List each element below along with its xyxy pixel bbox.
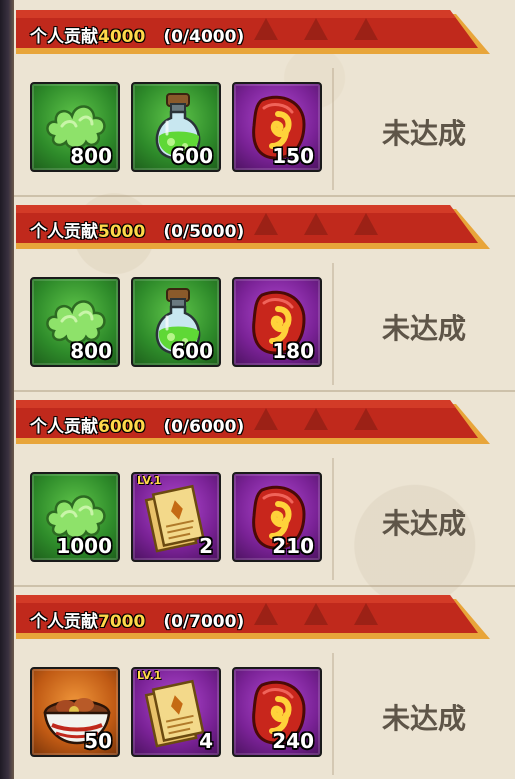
tier-amount: 7000 [98, 612, 146, 632]
level-badge: LV.1 [137, 474, 162, 487]
tier-separator [14, 195, 515, 197]
reward-quantity: 50 [84, 729, 112, 753]
divider [332, 458, 334, 580]
tier-progress: (0/7000) [163, 612, 245, 632]
reward-item[interactable]: 1000 [30, 472, 120, 562]
reward-quantity: 210 [272, 534, 314, 558]
reward-quantity: 600 [171, 339, 213, 363]
contribution-tier: 个人贡献5000 (0/5000) 800 600 180 未达成 [14, 195, 515, 390]
tier-progress: (0/6000) [163, 417, 245, 437]
tier-label: 个人贡献 [30, 612, 98, 632]
reward-item[interactable]: LV.1 2 [131, 472, 221, 562]
tier-label: 个人贡献 [30, 417, 98, 437]
tier-banner: 个人贡献7000 (0/7000) [16, 595, 490, 639]
reward-list: 800 600 150 [30, 82, 330, 176]
contribution-tier: 个人贡献4000 (0/4000) 800 600 150 未达成 [14, 0, 515, 195]
tier-title: 个人贡献7000 (0/7000) [30, 607, 244, 632]
reward-item[interactable]: 600 [131, 277, 221, 367]
divider [332, 653, 334, 775]
divider [332, 68, 334, 190]
side-strip [0, 0, 14, 779]
reward-quantity: 600 [171, 144, 213, 168]
tier-status: 未达成 [381, 702, 466, 735]
tier-banner: 个人贡献5000 (0/5000) [16, 205, 490, 249]
reward-list: 800 600 180 [30, 277, 330, 371]
tier-title: 个人贡献4000 (0/4000) [30, 22, 244, 47]
tier-status: 未达成 [381, 312, 466, 345]
reward-item[interactable]: 180 [232, 277, 322, 367]
reward-list: 50 LV.1 4 240 [30, 667, 330, 761]
tier-title: 个人贡献6000 (0/6000) [30, 412, 244, 437]
reward-item[interactable]: LV.1 4 [131, 667, 221, 757]
divider [332, 263, 334, 385]
reward-item[interactable]: 50 [30, 667, 120, 757]
reward-quantity: 180 [272, 339, 314, 363]
tier-label: 个人贡献 [30, 27, 98, 47]
tier-banner: 个人贡献4000 (0/4000) [16, 10, 490, 54]
reward-quantity: 150 [272, 144, 314, 168]
tier-label: 个人贡献 [30, 222, 98, 242]
reward-quantity: 4 [199, 729, 213, 753]
level-badge: LV.1 [137, 669, 162, 682]
reward-item[interactable]: 600 [131, 82, 221, 172]
reward-quantity: 240 [272, 729, 314, 753]
reward-item[interactable]: 210 [232, 472, 322, 562]
reward-quantity: 2 [199, 534, 213, 558]
reward-item[interactable]: 800 [30, 82, 120, 172]
reward-panel: 个人贡献4000 (0/4000) 800 600 150 未达成 个人贡献50… [14, 0, 515, 779]
reward-item[interactable]: 800 [30, 277, 120, 367]
tier-amount: 5000 [98, 222, 146, 242]
tier-separator [14, 585, 515, 587]
contribution-tier: 个人贡献6000 (0/6000) 1000 LV.1 2 210 未达成 [14, 390, 515, 585]
contribution-tier: 个人贡献7000 (0/7000) 50 LV.1 4 240 未达成 [14, 585, 515, 779]
reward-quantity: 800 [70, 144, 112, 168]
tier-title: 个人贡献5000 (0/5000) [30, 217, 244, 242]
reward-item[interactable]: 150 [232, 82, 322, 172]
tier-status: 未达成 [381, 507, 466, 540]
tier-amount: 4000 [98, 27, 146, 47]
tier-separator [14, 390, 515, 392]
reward-item[interactable]: 240 [232, 667, 322, 757]
tier-progress: (0/4000) [163, 27, 245, 47]
tier-status: 未达成 [381, 117, 466, 150]
reward-quantity: 1000 [56, 534, 112, 558]
reward-quantity: 800 [70, 339, 112, 363]
tier-progress: (0/5000) [163, 222, 245, 242]
tier-banner: 个人贡献6000 (0/6000) [16, 400, 490, 444]
reward-list: 1000 LV.1 2 210 [30, 472, 330, 566]
tier-amount: 6000 [98, 417, 146, 437]
